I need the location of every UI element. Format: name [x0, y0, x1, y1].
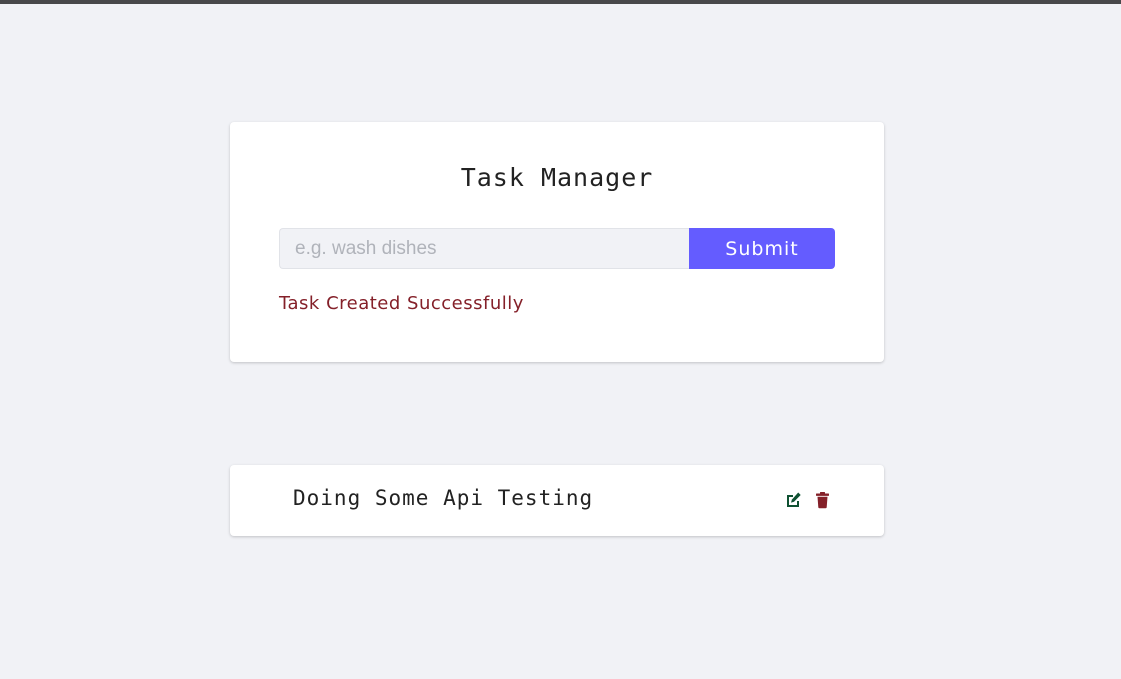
submit-button[interactable]: Submit	[689, 228, 835, 269]
success-alert: Task Created Successfully	[279, 293, 524, 314]
task-actions	[785, 491, 831, 509]
edit-task-button[interactable]	[785, 491, 802, 509]
task-name: Doing Some Api Testing	[293, 486, 594, 510]
task-input[interactable]	[279, 228, 689, 269]
page-title: Task Manager	[460, 163, 654, 192]
trash-icon	[816, 492, 829, 509]
task-form: Task Manager Submit Task Created Success…	[230, 122, 884, 362]
task-item: Doing Some Api Testing	[230, 465, 884, 536]
window-top-border	[0, 0, 1121, 4]
delete-task-button[interactable]	[814, 491, 831, 509]
edit-icon	[787, 492, 801, 507]
